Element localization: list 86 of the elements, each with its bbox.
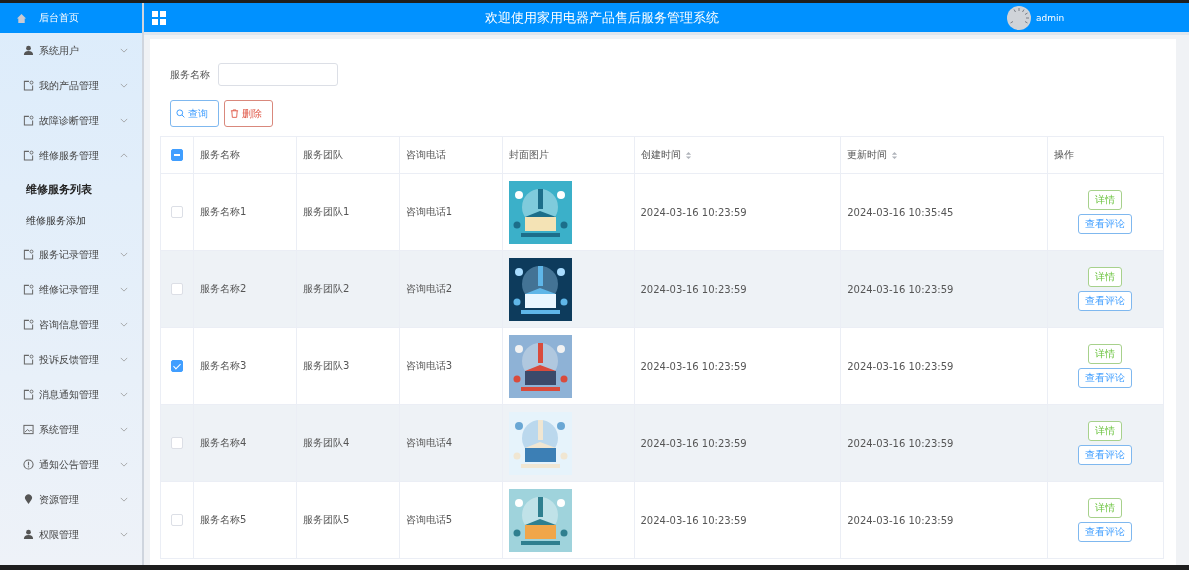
table-cell: 2024-03-16 10:23:59 — [847, 360, 954, 372]
table-cell: 服务名称2 — [200, 283, 247, 294]
document-icon — [23, 284, 34, 295]
sidebar-item[interactable]: 资源管理 — [0, 482, 142, 517]
search-icon — [176, 109, 185, 118]
column-title: 服务团队 — [302, 149, 343, 160]
table-cell: 服务名称5 — [200, 514, 247, 525]
chevron-down-icon — [120, 48, 128, 53]
table-cell: 服务团队4 — [302, 437, 350, 448]
chevron-down-icon — [120, 118, 128, 123]
search-field[interactable] — [218, 63, 338, 86]
avatar-icon[interactable] — [1007, 5, 1031, 30]
table-cell: 2024-03-16 10:23:59 — [640, 206, 747, 218]
sort-icon[interactable] — [684, 150, 692, 160]
table-cell: 服务团队5 — [302, 514, 350, 525]
document-icon — [23, 150, 34, 161]
table-cell: 服务名称4 — [200, 437, 247, 448]
chevron-down-icon — [120, 427, 128, 432]
user-icon — [23, 529, 34, 540]
column-title: 服务名称 — [200, 149, 240, 160]
chevron-down-icon — [120, 83, 128, 88]
chevron-down-icon — [120, 322, 128, 327]
info-icon — [23, 459, 34, 470]
sidebar-item[interactable]: 服务记录管理 — [0, 237, 142, 272]
column-title: 更新时间 — [847, 149, 888, 160]
table-cell: 服务团队2 — [302, 283, 350, 294]
document-icon — [23, 80, 34, 91]
sidebar-item[interactable]: 通知公告管理 — [0, 447, 142, 482]
field-label: 服务名称 — [170, 67, 210, 82]
home-icon — [16, 12, 27, 24]
table-cell: 2024-03-16 10:35:45 — [847, 206, 954, 218]
table-cell: 服务名称1 — [200, 206, 247, 217]
document-icon — [23, 354, 34, 365]
sidebar-item[interactable]: 投诉反馈管理 — [0, 342, 142, 377]
table-cell: 2024-03-16 10:23:59 — [640, 514, 747, 526]
system-title: 欢迎使用家用电器产品售后服务管理系统 — [483, 8, 720, 27]
sidebar-item[interactable]: 维修记录管理 — [0, 272, 142, 307]
sidebar-item[interactable]: 消息通知管理 — [0, 377, 142, 412]
chevron-up-icon — [120, 153, 128, 158]
image-icon — [23, 424, 34, 435]
sidebar-item[interactable]: 故障诊断管理 — [0, 103, 142, 138]
table-cell: 咨询电话3 — [405, 360, 453, 371]
table-cell: 2024-03-16 10:23:59 — [640, 437, 747, 449]
sidebar-item[interactable]: 权限管理 — [0, 517, 142, 552]
sidebar-item[interactable]: 我的产品管理 — [0, 68, 142, 103]
chevron-down-icon — [120, 392, 128, 397]
table-cell: 服务团队1 — [302, 206, 350, 217]
document-icon — [23, 249, 34, 260]
table-cell: 咨询电话2 — [405, 283, 453, 294]
trash-icon — [230, 109, 239, 118]
table-cell: 咨询电话4 — [405, 437, 453, 448]
submenu-item[interactable]: 维修服务列表 — [0, 173, 142, 205]
sidebar-item[interactable]: 系统管理 — [0, 412, 142, 447]
sidebar-item[interactable]: 维修服务管理 — [0, 138, 142, 173]
table-cell: 咨询电话1 — [405, 206, 453, 217]
select-all-checkbox[interactable] — [171, 149, 183, 161]
delete-button[interactable]: 删除 — [224, 100, 273, 127]
grid-menu-icon[interactable] — [152, 10, 166, 25]
user-icon — [23, 45, 34, 56]
table-cell: 2024-03-16 10:23:59 — [847, 514, 954, 526]
column-title: 封面图片 — [508, 149, 549, 160]
column-title: 咨询电话 — [405, 149, 446, 160]
sidebar-item[interactable]: 咨询信息管理 — [0, 307, 142, 342]
table-cell: 2024-03-16 10:23:59 — [847, 437, 954, 449]
chevron-down-icon — [120, 497, 128, 502]
column-title: 操作 — [1053, 149, 1074, 160]
document-icon — [23, 389, 34, 400]
table-cell: 咨询电话5 — [405, 514, 453, 525]
sidebar-item[interactable]: 系统用户 — [0, 33, 142, 68]
chevron-down-icon — [120, 357, 128, 362]
chevron-down-icon — [120, 252, 128, 257]
chevron-down-icon — [120, 462, 128, 467]
row-checkbox[interactable] — [171, 360, 183, 372]
table-cell: 2024-03-16 10:23:59 — [847, 283, 954, 295]
document-icon — [23, 319, 34, 330]
location-pin-icon — [23, 494, 34, 505]
column-title: 创建时间 — [640, 149, 681, 160]
sort-icon[interactable] — [891, 150, 899, 160]
chevron-down-icon — [120, 532, 128, 537]
submenu-item[interactable]: 维修服务添加 — [0, 205, 142, 237]
document-icon — [23, 115, 34, 126]
table-cell: 服务团队3 — [302, 360, 350, 371]
table-cell: 2024-03-16 10:23:59 — [640, 283, 747, 295]
chevron-down-icon — [120, 287, 128, 292]
table-cell: 2024-03-16 10:23:59 — [640, 360, 747, 372]
table-cell: 服务名称3 — [200, 360, 247, 371]
